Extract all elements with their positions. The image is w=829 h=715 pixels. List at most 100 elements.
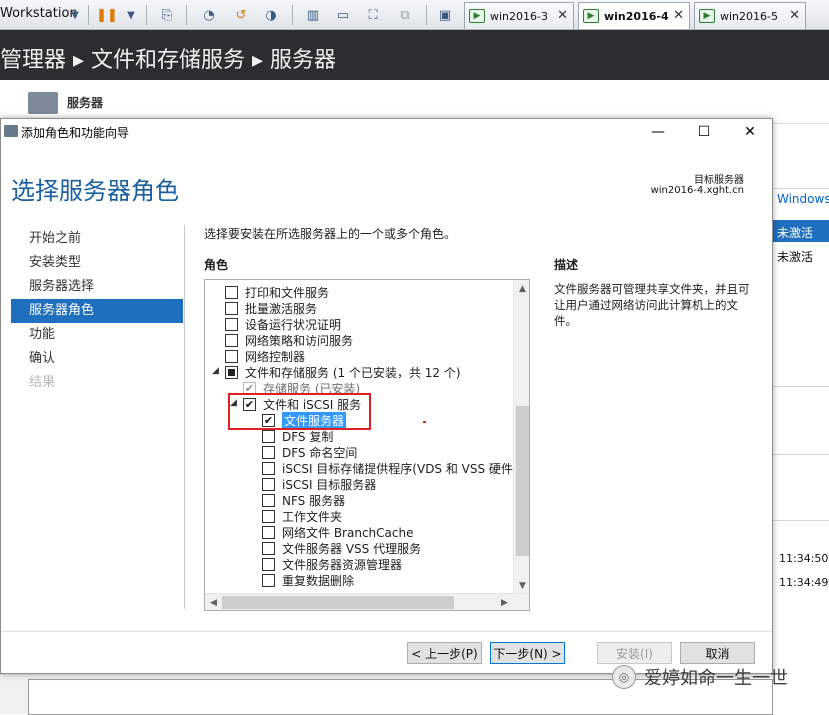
vm-tab-label: win2016-4 [604,9,669,23]
minimize-icon[interactable]: — [635,119,681,145]
role-item[interactable]: 设备运行状况证明 [225,316,341,332]
library-view-icon[interactable]: ▥ [302,4,324,26]
expand-collapse-icon[interactable]: ◢ [212,366,219,376]
console-view-icon[interactable]: ▭ [332,4,354,26]
divider [184,225,185,609]
band-label: 服务器 [67,96,104,110]
breadcrumb: 管理器 ▸ 文件和存储服务 ▸ 服务器 [0,48,337,73]
event-time: 11:34:49 [779,576,829,589]
vm-tab-win2016-4[interactable]: ▶ win2016-4 ✕ [578,2,690,29]
role-checkbox[interactable] [262,477,275,491]
role-item[interactable]: 打印和文件服务 [225,284,329,300]
role-label: DFS 命名空间 [282,445,358,460]
role-checkbox[interactable] [225,285,238,299]
add-roles-wizard: 添加角色和功能向导 — ☐ ✕ 选择服务器角色 目标服务器 win2016-4.… [0,118,773,674]
divider [773,188,829,189]
role-checkbox[interactable] [262,525,275,539]
scrollbar-thumb[interactable] [516,406,529,556]
roles-tree[interactable]: 打印和文件服务 批量激活服务 设备运行状况证明 网络策略和访问服务 网络控制器 ◢ 文件和存… [204,279,530,611]
close-icon[interactable]: ✕ [789,8,800,23]
chevron-down-icon[interactable]: ▼ [120,4,142,26]
description-heading: 描述 [554,258,579,272]
role-item[interactable]: DFS 命名空间 [262,444,357,460]
wizard-titlebar[interactable]: 添加角色和功能向导 — ☐ ✕ [1,119,772,145]
step-features[interactable]: 功能 [11,323,183,347]
role-item[interactable]: 网络策略和访问服务 [225,332,353,348]
step-server-selection[interactable]: 服务器选择 [11,275,183,299]
scrollbar-thumb[interactable] [222,596,454,609]
next-button[interactable]: 下一步(N) > [490,642,565,664]
role-checkbox[interactable] [262,541,275,555]
vmware-toolbar: Workstation ▼ ❚❚ ▼ ⎘ ◔ ↺ ◑ ▥ ▭ ⛶ ⧉ ▣ ▶ w… [0,0,829,30]
role-checkbox[interactable] [262,429,275,443]
cancel-button[interactable]: 取消 [680,642,755,664]
scroll-down-icon[interactable]: ▼ [514,577,529,594]
revert-snapshot-icon[interactable]: ↺ [230,4,252,26]
vertical-scrollbar[interactable]: ▲ ▼ [513,280,529,594]
annotation-highlight [228,393,371,430]
vm-tab-label: win2016-5 [720,9,778,23]
wizard-steps: 开始之前 安装类型 服务器选择 服务器角色 功能 确认 结果 [11,227,183,395]
divider [773,520,829,521]
step-confirmation[interactable]: 确认 [11,347,183,371]
toolbar-separator [426,5,427,25]
role-checkbox[interactable] [225,333,238,347]
role-checkbox[interactable] [225,301,238,315]
install-button: 安装(I) [597,642,672,664]
role-checkbox[interactable] [262,509,275,523]
vm-tab-win2016-3[interactable]: ▶ win2016-3 ✕ [464,2,574,29]
snapshot-icon[interactable]: ◔ [198,4,220,26]
role-item[interactable]: NFS 服务器 [262,492,345,508]
role-label: 打印和文件服务 [245,285,330,300]
server-manager-header: 管理器 ▸ 文件和存储服务 ▸ 服务器 [0,30,829,80]
role-checkbox[interactable] [262,493,275,507]
role-label: 重复数据删除 [282,573,355,588]
role-item[interactable]: 工作文件夹 [262,508,342,524]
horizontal-scrollbar[interactable]: ◀ ▶ [205,593,529,610]
maximize-icon[interactable]: ☐ [681,119,727,145]
vm-tab-icon: ▶ [583,9,599,23]
role-checkbox[interactable] [225,317,238,331]
wechat-logo-icon: ◎ [612,665,636,689]
scroll-right-icon[interactable]: ▶ [496,594,513,610]
scroll-left-icon[interactable]: ◀ [205,594,222,610]
dropdown-icon[interactable]: ▼ [64,4,86,26]
role-item[interactable]: iSCSI 目标服务器 [262,476,376,492]
role-item[interactable]: DFS 复制 [262,428,333,444]
vm-home-icon[interactable]: ▣ [434,4,456,26]
snapshot-manager-icon[interactable]: ◑ [260,4,282,26]
role-item[interactable]: 网络文件 BranchCache [262,524,413,540]
close-icon[interactable]: ✕ [673,8,684,23]
role-label: iSCSI 目标服务器 [282,477,377,492]
pause-icon[interactable]: ❚❚ [96,4,118,26]
role-item[interactable]: 文件服务器 VSS 代理服务 [262,540,421,556]
step-server-roles[interactable]: 服务器角色 [11,299,183,323]
step-installation-type[interactable]: 安装类型 [11,251,183,275]
send-ctrl-alt-del-icon[interactable]: ⎘ [156,4,178,26]
role-checkbox[interactable] [262,573,275,587]
vm-tab-win2016-5[interactable]: ▶ win2016-5 ✕ [694,2,806,29]
role-checkbox[interactable] [225,349,238,363]
role-item[interactable]: 批量激活服务 [225,300,317,316]
scroll-up-icon[interactable]: ▲ [514,280,529,297]
role-item[interactable]: 重复数据删除 [262,572,354,588]
role-item[interactable]: ◢ 文件和存储服务 (1 个已安装，共 12 个) [212,364,461,380]
role-checkbox[interactable] [262,445,275,459]
close-icon[interactable]: ✕ [557,8,568,23]
unity-icon[interactable]: ⧉ [394,4,416,26]
server-manager-right-panel: Windows 未激活 未激活 11:34:50 11:34:49 [773,124,829,714]
role-label: 设备运行状况证明 [245,317,342,332]
previous-button[interactable]: < 上一步(P) [407,642,482,664]
role-item[interactable]: 文件服务器资源管理器 [262,556,402,572]
step-before-you-begin[interactable]: 开始之前 [11,227,183,251]
role-item[interactable]: iSCSI 目标存储提供程序(VDS 和 VSS 硬件 [262,460,513,476]
full-screen-icon[interactable]: ⛶ [362,4,384,26]
toolbar-separator [186,5,187,25]
role-item[interactable]: 网络控制器 [225,348,305,364]
role-checkbox[interactable] [262,557,275,571]
step-results: 结果 [29,375,56,390]
toolbar-separator [88,5,89,25]
close-icon[interactable]: ✕ [727,119,773,145]
role-checkbox[interactable] [225,365,238,379]
role-checkbox[interactable] [262,461,275,475]
